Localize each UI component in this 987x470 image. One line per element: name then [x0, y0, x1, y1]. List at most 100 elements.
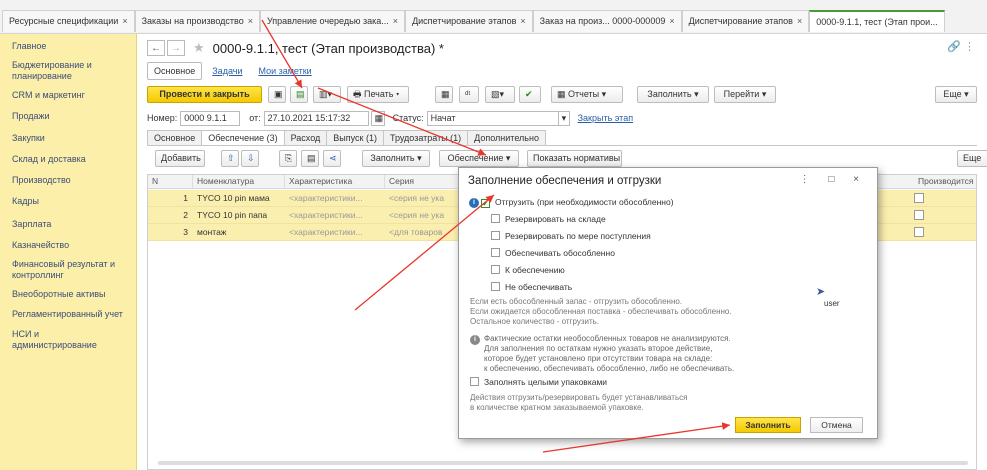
more-button[interactable]: Еще ▾: [935, 86, 977, 103]
move-up-icon[interactable]: ⇧: [221, 150, 239, 167]
link-icon[interactable]: 🔗 ⋮: [947, 40, 975, 53]
close-icon[interactable]: ×: [669, 16, 674, 26]
sidebar-item-budgeting[interactable]: Бюджетирование и планирование: [0, 60, 120, 82]
add-button[interactable]: Добавить: [155, 150, 205, 167]
sidebar-item-regulated-accounting[interactable]: Регламентированный учет: [0, 309, 137, 320]
sidebar: Главное Бюджетирование и планирование CR…: [0, 34, 137, 470]
checkbox[interactable]: [491, 265, 500, 274]
close-icon[interactable]: ×: [520, 16, 525, 26]
close-icon[interactable]: ×: [122, 16, 127, 26]
note-stock: Фактические остатки необособленных товар…: [484, 334, 735, 373]
checkbox[interactable]: [491, 231, 500, 240]
option-reserve-arrival[interactable]: Резервировать по мере поступления: [491, 230, 651, 242]
option-reserve-stock[interactable]: Резервировать на складе: [491, 213, 606, 225]
sidebar-item-warehouse[interactable]: Склад и доставка: [0, 154, 137, 165]
save-icon[interactable]: ▣: [268, 86, 286, 103]
move-down-icon[interactable]: ⇩: [241, 150, 259, 167]
more-table-button[interactable]: Еще: [957, 150, 987, 167]
check-icon[interactable]: ✔: [519, 86, 541, 103]
sidebar-item-production[interactable]: Производство: [0, 175, 137, 186]
tab-queue-management[interactable]: Управление очередью зака... ×: [259, 10, 406, 32]
tab-labor[interactable]: Трудозатраты (1): [382, 130, 469, 146]
dialog-window-controls[interactable]: ⋮ □ ×: [800, 174, 867, 185]
sidebar-item-salary[interactable]: Зарплата: [0, 219, 137, 230]
tab-production-order[interactable]: Заказ на произ... 0000-000009 ×: [532, 10, 682, 32]
subnav-tasks[interactable]: Задачи: [206, 63, 248, 79]
title-bar: ← → ★ 0000-9.1.1, тест (Этап производств…: [147, 38, 444, 58]
date-field[interactable]: 27.10.2021 15:17:32: [263, 110, 369, 126]
chevron-down-icon[interactable]: ▾: [557, 110, 570, 126]
status-field[interactable]: Начат: [426, 110, 559, 126]
checkbox[interactable]: [470, 377, 479, 386]
option-separate[interactable]: Обеспечивать обособленно: [491, 247, 615, 259]
checkbox-checked-icon[interactable]: ✓: [481, 199, 490, 208]
close-stage-link[interactable]: Закрыть этап: [578, 113, 633, 123]
number-field[interactable]: 0000 9.1.1: [180, 110, 241, 126]
paste-icon[interactable]: ▤: [301, 150, 319, 167]
note-packs: Действия отгрузить/резервировать будет у…: [470, 393, 688, 412]
back-arrow-icon[interactable]: ←: [147, 40, 165, 56]
close-icon[interactable]: ×: [797, 16, 802, 26]
sidebar-item-purchases[interactable]: Закупки: [0, 133, 137, 144]
col-characteristic[interactable]: Характеристика: [285, 175, 385, 189]
supply-button[interactable]: Обеспечение ▾: [439, 150, 519, 167]
distribute-icon[interactable]: ⋖: [323, 150, 341, 167]
tab-additional[interactable]: Дополнительно: [467, 130, 546, 146]
sidebar-item-main[interactable]: Главное: [0, 41, 137, 52]
forward-arrow-icon[interactable]: →: [167, 40, 185, 56]
structure-icon[interactable]: ▦: [435, 86, 453, 103]
post-icon[interactable]: ▤: [290, 86, 308, 103]
show-norms-button[interactable]: Показать нормативы: [527, 150, 622, 167]
option-ship[interactable]: ✓ Отгрузить (при необходимости обособленн…: [481, 196, 674, 208]
fill-menu-button[interactable]: Заполнить ▾: [637, 86, 709, 103]
subnav-main[interactable]: Основное: [147, 62, 203, 80]
checkbox[interactable]: [491, 282, 500, 291]
subnav-notes[interactable]: Мои заметки: [252, 63, 317, 79]
close-icon[interactable]: ×: [393, 16, 398, 26]
sidebar-item-treasury[interactable]: Казначейство: [0, 240, 137, 251]
sidebar-item-nsi-admin[interactable]: НСИ и администрирование: [0, 329, 110, 351]
tab-resource-specs[interactable]: Ресурсные спецификации ×: [2, 10, 135, 32]
calendar-icon[interactable]: ▦: [370, 110, 385, 126]
tab-supply[interactable]: Обеспечение (3): [201, 130, 285, 146]
col-produced[interactable]: Производится: [914, 175, 976, 189]
create-based-icon[interactable]: ▥▾: [313, 86, 341, 103]
tab-consumption[interactable]: Расход: [283, 130, 328, 146]
sidebar-item-fixed-assets[interactable]: Внеоборотные активы: [0, 289, 137, 300]
cancel-button[interactable]: Отмена: [810, 417, 863, 433]
checkbox[interactable]: [491, 214, 500, 223]
tab-stage-document[interactable]: 0000-9.1.1, тест (Этап прои...: [809, 10, 945, 32]
fill-button[interactable]: Заполнить: [735, 417, 801, 433]
window-tabs: Ресурсные спецификации × Заказы на произв…: [0, 0, 987, 34]
produced-checkbox[interactable]: [914, 227, 924, 237]
col-nomenclature[interactable]: Номенклатура: [193, 175, 285, 189]
post-and-close-button[interactable]: Провести и закрыть: [147, 86, 262, 103]
col-n[interactable]: N: [148, 175, 193, 189]
sidebar-item-sales[interactable]: Продажи: [0, 111, 137, 122]
sidebar-item-financial-result[interactable]: Финансовый результат и контроллинг: [0, 259, 125, 281]
horizontal-scrollbar[interactable]: [158, 461, 968, 465]
sidebar-item-hr[interactable]: Кадры: [0, 196, 137, 207]
print-button[interactable]: 🖶 Печать ▾: [347, 86, 409, 103]
reports-button[interactable]: ▦ Отчеты ▾: [551, 86, 623, 103]
option-whole-packs[interactable]: Заполнять целыми упаковками: [470, 376, 607, 388]
col-series[interactable]: Серия: [385, 175, 465, 189]
dt-kt-icon[interactable]: ᵈᵗ: [459, 86, 479, 103]
tab-production-orders[interactable]: Заказы на производство ×: [134, 10, 260, 32]
favorite-star-icon[interactable]: ★: [193, 40, 205, 56]
attachments-icon[interactable]: ▧▾: [485, 86, 515, 103]
fill-table-button[interactable]: Заполнить ▾: [362, 150, 430, 167]
produced-checkbox[interactable]: [914, 210, 924, 220]
checkbox[interactable]: [491, 248, 500, 257]
tab-output[interactable]: Выпуск (1): [326, 130, 384, 146]
option-to-supply[interactable]: К обеспечению: [491, 264, 565, 276]
tab-stage-dispatch[interactable]: Диспетчирование этапов ×: [405, 10, 533, 32]
option-no-supply[interactable]: Не обеспечивать: [491, 281, 572, 293]
copy-icon[interactable]: ⎘: [279, 150, 297, 167]
close-icon[interactable]: ×: [248, 16, 253, 26]
tab-stage-dispatch-2[interactable]: Диспетчирование этапов ×: [681, 10, 810, 32]
sidebar-item-crm[interactable]: CRM и маркетинг: [0, 90, 137, 101]
goto-button[interactable]: Перейти ▾: [714, 86, 776, 103]
tab-main[interactable]: Основное: [147, 130, 203, 146]
produced-checkbox[interactable]: [914, 193, 924, 203]
